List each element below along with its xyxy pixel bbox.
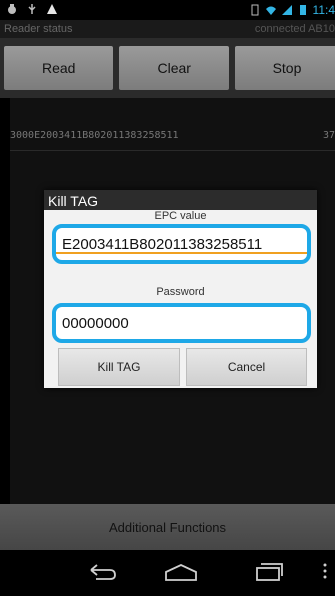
epc-value-field[interactable]: E2003411B802011383258511 <box>52 224 311 264</box>
epc-value-label: EPC value <box>154 210 207 222</box>
clock: 11:4 <box>312 3 335 17</box>
back-icon[interactable] <box>88 562 118 587</box>
recent-apps-icon[interactable] <box>254 562 284 587</box>
password-label: Password <box>156 286 205 298</box>
menu-overflow-icon[interactable] <box>322 562 328 585</box>
home-icon[interactable] <box>164 562 198 587</box>
dialog-title: Kill TAG <box>44 190 317 210</box>
password-field[interactable]: 00000000 <box>52 303 311 343</box>
navigation-bar <box>0 550 335 596</box>
kill-tag-dialog: Kill TAG EPC value E2003411B802011383258… <box>44 190 317 388</box>
stop-button[interactable]: Stop <box>234 46 335 90</box>
kill-tag-button[interactable]: Kill TAG <box>58 348 180 386</box>
password-text: 00000000 <box>62 314 129 332</box>
toolbar: Read Clear Stop <box>0 38 335 98</box>
tag-epc: 3000E2003411B802011383258511 <box>10 130 179 141</box>
tag-count: 37 <box>322 130 335 141</box>
cancel-button[interactable]: Cancel <box>186 348 307 386</box>
additional-functions-button[interactable]: Additional Functions <box>0 504 335 550</box>
list-divider <box>10 150 335 151</box>
focus-underline <box>56 252 307 254</box>
additional-functions-label: Additional Functions <box>108 519 227 535</box>
usb-icon <box>26 3 38 15</box>
battery-icon <box>297 4 309 16</box>
reader-status-row: Reader status connected AB10 <box>0 20 335 38</box>
reader-status-label: Reader status <box>4 23 73 35</box>
warning-icon <box>46 3 58 15</box>
status-bar: 11:4 <box>0 0 335 20</box>
bug-icon <box>6 3 18 15</box>
signal-icon <box>281 4 293 16</box>
clear-button[interactable]: Clear <box>119 46 229 90</box>
read-button[interactable]: Read <box>4 46 114 90</box>
connection-status: connected AB10 <box>254 23 335 35</box>
vibrate-icon <box>249 4 261 16</box>
epc-value-text: E2003411B802011383258511 <box>62 235 263 253</box>
wifi-icon <box>265 4 277 16</box>
